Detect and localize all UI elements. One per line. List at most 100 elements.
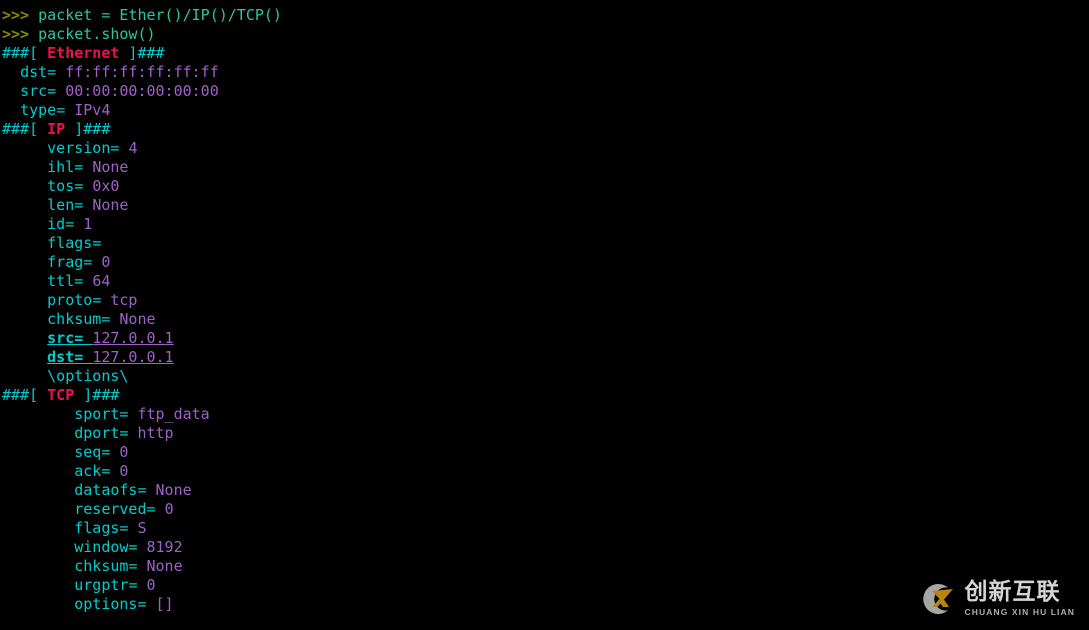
protocol-layer-header: ###[ Ethernet ]###: [0, 44, 1089, 63]
field-value: 0: [146, 576, 156, 594]
field-indent: [2, 196, 47, 214]
field-indent: [2, 139, 47, 157]
field-name: src: [20, 82, 48, 100]
field-equals: =: [74, 329, 93, 347]
field-name: len: [47, 196, 75, 214]
packet-field-row: options= []: [0, 595, 1089, 614]
field-indent: [2, 367, 47, 385]
field-name: ack: [74, 462, 102, 480]
field-name: dport: [74, 424, 120, 442]
field-indent: [2, 253, 47, 271]
field-value: 1: [83, 215, 93, 233]
field-value: 8192: [146, 538, 183, 556]
field-equals: =: [119, 405, 138, 423]
command-text: packet.show(): [38, 25, 156, 43]
field-equals: =: [47, 82, 66, 100]
options-text: \options\: [47, 367, 129, 385]
field-value: 127.0.0.1: [92, 329, 174, 347]
field-name: tos: [47, 177, 75, 195]
field-value: 4: [128, 139, 138, 157]
field-name: sport: [74, 405, 120, 423]
field-equals: =: [119, 519, 138, 537]
header-close-delimiter: ]###: [74, 386, 120, 404]
field-equals: =: [92, 291, 111, 309]
field-indent: [2, 158, 47, 176]
packet-field-row: ttl= 64: [0, 272, 1089, 291]
field-equals: =: [137, 595, 156, 613]
field-value: ftp_data: [137, 405, 210, 423]
field-name: ttl: [47, 272, 75, 290]
packet-field-row: ack= 0: [0, 462, 1089, 481]
field-name: id: [47, 215, 66, 233]
packet-field-row: version= 4: [0, 139, 1089, 158]
packet-field-row: flags= S: [0, 519, 1089, 538]
packet-field-row: frag= 0: [0, 253, 1089, 272]
packet-field-row: dataofs= None: [0, 481, 1089, 500]
field-indent: [2, 424, 74, 442]
terminal-line-list: >>> packet = Ether()/IP()/TCP() >>> packe…: [0, 6, 1089, 614]
field-indent: [2, 310, 47, 328]
field-indent: [2, 519, 74, 537]
protocol-layer-header: ###[ TCP ]###: [0, 386, 1089, 405]
field-equals: =: [101, 443, 120, 461]
field-equals: =: [65, 215, 84, 233]
field-value: 0x0: [92, 177, 120, 195]
field-indent: [2, 63, 20, 81]
packet-field-row: dst= ff:ff:ff:ff:ff:ff: [0, 63, 1089, 82]
field-name: dataofs: [74, 481, 138, 499]
header-close-delimiter: ]###: [119, 44, 165, 62]
layer-name: IP: [47, 120, 66, 138]
field-name: proto: [47, 291, 93, 309]
field-equals: =: [128, 538, 147, 556]
packet-field-row: urgptr= 0: [0, 576, 1089, 595]
field-name: src: [47, 329, 75, 347]
field-equals: =: [74, 158, 93, 176]
field-value: 0: [164, 500, 174, 518]
field-value: None: [119, 310, 156, 328]
packet-field-row: proto= tcp: [0, 291, 1089, 310]
field-value: ff:ff:ff:ff:ff:ff: [65, 63, 219, 81]
field-name: type: [20, 101, 57, 119]
field-equals: =: [47, 63, 66, 81]
field-name: dst: [47, 348, 75, 366]
terminal-input-line: >>> packet = Ether()/IP()/TCP(): [0, 6, 1089, 25]
packet-field-row: chksum= None: [0, 310, 1089, 329]
field-value: IPv4: [74, 101, 111, 119]
field-indent: [2, 595, 74, 613]
field-name: flags: [74, 519, 120, 537]
field-equals: =: [83, 253, 102, 271]
field-equals: =: [92, 234, 111, 252]
field-name: frag: [47, 253, 84, 271]
field-value: 64: [92, 272, 111, 290]
field-value: None: [146, 557, 183, 575]
field-equals: =: [101, 462, 120, 480]
packet-field-row: type= IPv4: [0, 101, 1089, 120]
field-indent: [2, 500, 74, 518]
field-equals: =: [74, 196, 93, 214]
layer-name: Ethernet: [47, 44, 120, 62]
packet-field-row: chksum= None: [0, 557, 1089, 576]
layer-name: TCP: [47, 386, 75, 404]
field-indent: [2, 576, 74, 594]
field-indent: [2, 481, 74, 499]
field-equals: =: [128, 557, 147, 575]
field-equals: =: [110, 139, 129, 157]
field-indent: [2, 234, 47, 252]
field-indent: [2, 557, 74, 575]
header-open-delimiter: ###[: [2, 120, 48, 138]
command-text: packet = Ether()/IP()/TCP(): [38, 6, 282, 24]
field-value: None: [92, 196, 129, 214]
field-value: 00:00:00:00:00:00: [65, 82, 219, 100]
terminal-input-line: >>> packet.show(): [0, 25, 1089, 44]
field-name: urgptr: [74, 576, 129, 594]
field-value: []: [155, 595, 174, 613]
field-indent: [2, 82, 20, 100]
field-equals: =: [101, 310, 120, 328]
header-open-delimiter: ###[: [2, 386, 48, 404]
field-indent: [2, 462, 74, 480]
packet-field-row: seq= 0: [0, 443, 1089, 462]
field-value: 127.0.0.1: [92, 348, 174, 366]
field-equals: =: [74, 177, 93, 195]
packet-field-row: reserved= 0: [0, 500, 1089, 519]
header-open-delimiter: ###[: [2, 44, 48, 62]
